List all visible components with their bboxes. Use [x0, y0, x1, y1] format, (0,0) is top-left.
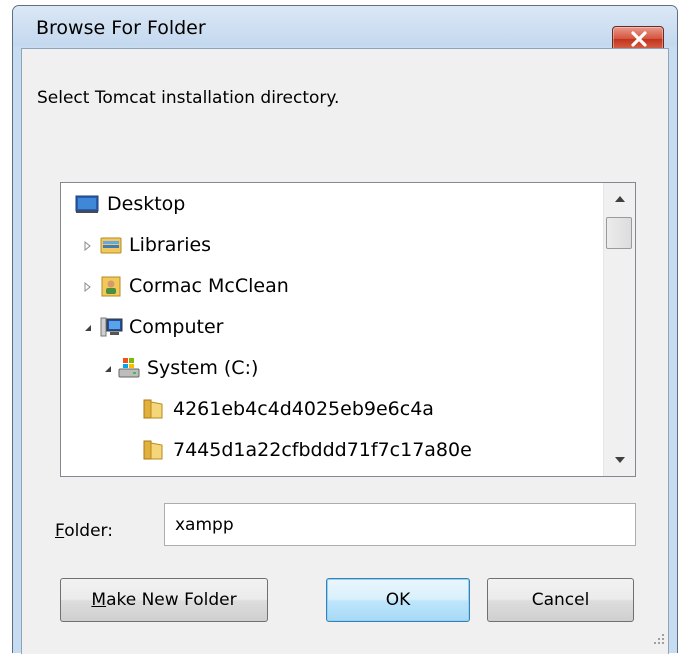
- tree-item-label: System (C:): [147, 351, 258, 385]
- folder-label: Folder:: [55, 521, 113, 541]
- close-icon: [630, 31, 648, 47]
- scroll-thumb[interactable]: [606, 217, 632, 249]
- ok-button[interactable]: OK: [326, 578, 470, 622]
- libraries-icon: [99, 233, 123, 257]
- tree-item-label: Cormac McClean: [129, 269, 289, 303]
- collapsed-arrow-icon[interactable]: [83, 269, 95, 303]
- tree-item-label: Libraries: [129, 228, 211, 262]
- user-folder-icon: [99, 274, 123, 298]
- tree-item-label: Desktop: [107, 187, 185, 221]
- instruction-text: Select Tomcat installation directory.: [37, 88, 339, 108]
- expanded-arrow-icon[interactable]: [103, 351, 115, 385]
- tree-item-label: Computer: [129, 310, 223, 344]
- collapsed-arrow-icon[interactable]: [83, 228, 95, 262]
- dialog-title: Browse For Folder: [36, 16, 206, 40]
- folder-tree[interactable]: Desktop Libraries Cormac McClean: [60, 182, 636, 477]
- folder-icon: [141, 397, 165, 421]
- drive-icon: [117, 356, 141, 380]
- resize-grip-icon[interactable]: [653, 633, 665, 645]
- tree-item-label: 4261eb4c4d4025eb9e6c4a: [173, 392, 434, 426]
- desktop-icon: [75, 192, 99, 216]
- chevron-up-icon: [615, 196, 625, 202]
- cancel-button[interactable]: Cancel: [487, 578, 634, 622]
- tree-item-label: 7445d1a22cfbddd71f7c17a80e: [173, 433, 472, 467]
- computer-icon: [99, 315, 123, 339]
- chevron-down-icon: [615, 457, 625, 463]
- expanded-arrow-icon[interactable]: [83, 310, 95, 344]
- make-new-folder-button[interactable]: Make New Folder: [60, 578, 268, 622]
- vertical-scrollbar[interactable]: [603, 183, 635, 476]
- folder-name-input[interactable]: [164, 503, 636, 546]
- scroll-down-button[interactable]: [604, 444, 635, 476]
- folder-icon: [141, 438, 165, 462]
- title-bar[interactable]: Browse For Folder: [13, 6, 677, 46]
- scroll-up-button[interactable]: [604, 183, 635, 215]
